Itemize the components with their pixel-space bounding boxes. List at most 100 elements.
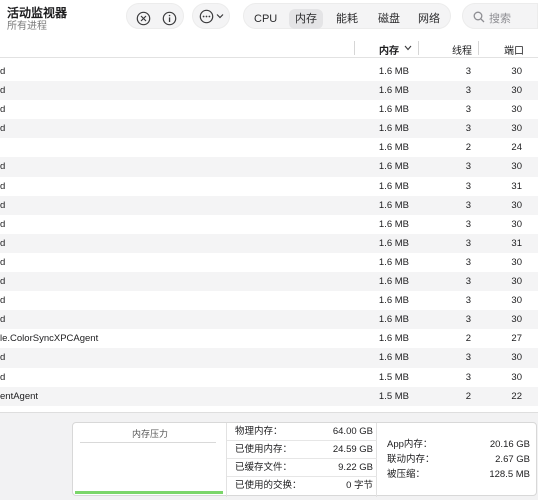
memory-stats: 物理内存： 64.00 GB 已使用内存： 24.59 GB 已缓存文件： 9.…: [227, 423, 377, 497]
process-name-cell: d: [0, 295, 6, 307]
threads-cell: 2: [465, 390, 471, 402]
sort-descending-icon: [404, 45, 412, 51]
stat-physical-label: 物理内存：: [235, 426, 283, 437]
more-options-button[interactable]: [192, 3, 230, 29]
stat-cached: 已缓存文件： 9.22 GB: [227, 459, 377, 477]
stat-used: 已使用内存： 24.59 GB: [227, 441, 377, 459]
process-name-cell: d: [0, 218, 6, 230]
process-name-cell: d: [0, 237, 6, 249]
threads-cell: 3: [465, 85, 471, 97]
column-header-ports[interactable]: 端口: [504, 42, 524, 57]
ports-cell: 30: [511, 104, 522, 116]
chevron-down-icon: [216, 14, 224, 19]
table-row[interactable]: d 1.6 MB 3 30: [0, 62, 538, 81]
ports-cell: 30: [511, 295, 522, 307]
memory-cell: 1.6 MB: [378, 237, 409, 249]
table-row[interactable]: le.ColorSyncXPCAgent 1.6 MB 2 27: [0, 329, 538, 348]
column-divider: [478, 41, 479, 55]
table-row[interactable]: d 1.6 MB 3 30: [0, 119, 538, 139]
column-header-threads[interactable]: 线程: [452, 42, 472, 57]
memory-cell: 1.6 MB: [378, 218, 409, 230]
memory-pressure-title: 内存压力: [131, 429, 168, 439]
pressure-gridline: [80, 442, 216, 443]
stat-physical-value: 64.00 GB: [332, 426, 373, 437]
tab-energy[interactable]: 能耗: [330, 9, 364, 29]
stat-compressed-label: 被压缩：: [387, 469, 426, 480]
threads-cell: 3: [465, 352, 471, 364]
table-row[interactable]: d 1.6 MB 3 30: [0, 348, 538, 368]
info-icon: [162, 11, 176, 25]
info-button[interactable]: [158, 7, 180, 29]
window-subtitle: 所有进程: [7, 21, 47, 32]
ports-cell: 30: [511, 161, 522, 173]
table-row[interactable]: d 1.6 MB 3 30: [0, 100, 538, 119]
ports-cell: 22: [511, 390, 522, 402]
table-row[interactable]: d 1.6 MB 3 30: [0, 215, 538, 234]
memory-cell: 1.6 MB: [378, 199, 409, 211]
table-row[interactable]: d 1.6 MB 3 30: [0, 310, 538, 330]
threads-cell: 3: [465, 104, 471, 116]
tab-network[interactable]: 网络: [412, 9, 446, 29]
threads-cell: 3: [465, 276, 471, 288]
memory-cell: 1.6 MB: [378, 104, 409, 116]
tab-memory[interactable]: 内存: [289, 9, 323, 29]
threads-cell: 3: [465, 256, 471, 268]
stat-cached-value: 9.22 GB: [338, 462, 373, 473]
process-name-cell: d: [0, 180, 6, 192]
stop-process-button[interactable]: [132, 7, 154, 29]
memory-cell: 1.6 MB: [378, 180, 409, 192]
memory-cell: 1.6 MB: [378, 333, 409, 345]
toolbar: 活动监视器 所有进程 CPU 内存 能耗 磁盘 网络 搜索: [0, 0, 538, 38]
stat-used-label: 已使用内存：: [235, 444, 293, 455]
table-row[interactable]: entAgent 1.5 MB 2 22: [0, 386, 538, 406]
threads-cell: 3: [465, 295, 471, 307]
ports-cell: 30: [511, 314, 522, 326]
table-row[interactable]: d 1.6 MB 3 30: [0, 253, 538, 272]
process-name-cell: d: [0, 66, 6, 77]
table-row[interactable]: d 1.6 MB 3 30: [0, 291, 538, 310]
table-row[interactable]: d 1.5 MB 3 30: [0, 368, 538, 387]
stat-used-value: 24.59 GB: [332, 444, 373, 455]
table-row[interactable]: d 1.6 MB 3 31: [0, 177, 538, 196]
stat-compressed: 被压缩： 128.5 MB: [377, 468, 538, 482]
ports-cell: 27: [511, 333, 522, 345]
threads-cell: 3: [465, 218, 471, 230]
table-row[interactable]: 1.6 MB 2 24: [0, 138, 538, 157]
table-row[interactable]: d 1.6 MB 3 30: [0, 157, 538, 177]
table-row[interactable]: d 1.6 MB 3 31: [0, 233, 538, 253]
threads-cell: 3: [465, 123, 471, 135]
search-icon: [473, 11, 485, 23]
process-name-cell: d: [0, 314, 6, 326]
table-row[interactable]: d 1.6 MB 3 30: [0, 272, 538, 292]
ports-cell: 31: [511, 237, 522, 249]
table-header: 内存 线程 端口: [0, 38, 538, 58]
table-row[interactable]: d 1.6 MB 3 30: [0, 195, 538, 215]
search-input[interactable]: 搜索: [462, 3, 538, 29]
threads-cell: 2: [465, 333, 471, 345]
tab-disk[interactable]: 磁盘: [372, 9, 406, 29]
process-name-cell: d: [0, 352, 6, 364]
memory-cell: 1.6 MB: [378, 314, 409, 326]
process-table: d 1.6 MB 3 30 d 1.6 MB 3 30 d 1.6 MB 3 30 d 1.6 MB 3 30…: [0, 62, 538, 406]
memory-cell: 1.6 MB: [378, 276, 409, 288]
process-name-cell: entAgent: [0, 390, 39, 402]
process-name-cell: d: [0, 256, 6, 268]
tab-cpu[interactable]: CPU: [248, 9, 283, 29]
ports-cell: 30: [511, 352, 522, 364]
memory-summary: 内存压力 物理内存： 64.00 GB 已使用内存： 24.59 GB 已缓存文…: [0, 412, 538, 500]
memory-cell: 1.6 MB: [378, 256, 409, 268]
process-name-cell: d: [0, 199, 6, 211]
ports-cell: 30: [511, 276, 522, 288]
column-header-memory[interactable]: 内存: [379, 42, 399, 57]
threads-cell: 3: [465, 237, 471, 249]
search-placeholder: 搜索: [489, 13, 511, 25]
table-row[interactable]: d 1.6 MB 3 30: [0, 81, 538, 101]
stat-wired-label: 联动内存：: [387, 454, 435, 465]
memory-cell: 1.6 MB: [378, 85, 409, 97]
process-name-cell: d: [0, 85, 6, 97]
stat-app-memory: App内存： 20.16 GB: [377, 438, 538, 452]
threads-cell: 3: [465, 161, 471, 173]
threads-cell: 2: [465, 142, 471, 154]
stat-swap-value: 0 字节: [346, 480, 373, 491]
memory-cell: 1.6 MB: [378, 123, 409, 135]
